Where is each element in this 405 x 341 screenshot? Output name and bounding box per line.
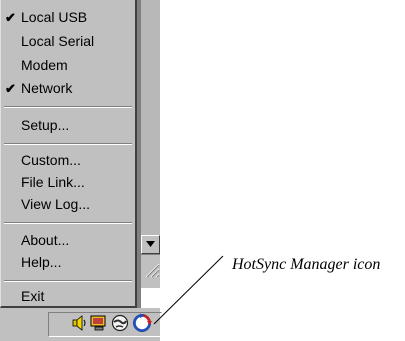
callout-leader-line (153, 255, 224, 325)
callout-label: HotSync Manager icon (232, 256, 381, 273)
